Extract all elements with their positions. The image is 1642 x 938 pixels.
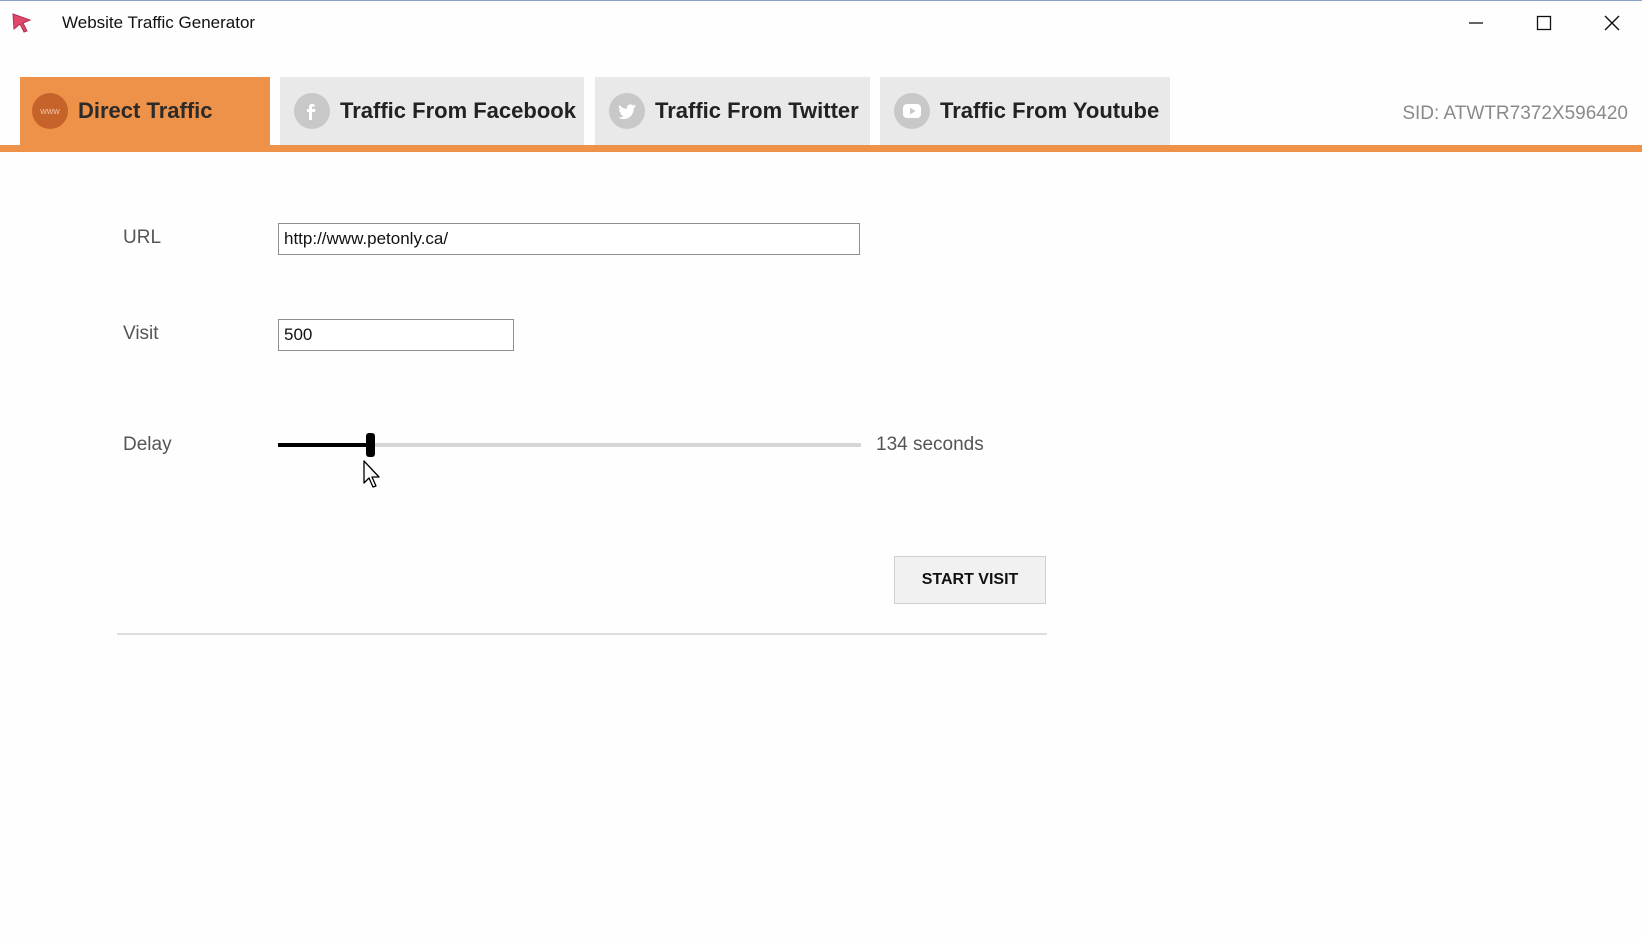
url-input[interactable] xyxy=(278,223,860,255)
tab-label: Direct Traffic xyxy=(78,98,213,123)
tab-label: Traffic From Youtube xyxy=(940,98,1160,123)
slider-thumb[interactable] xyxy=(366,433,375,457)
tab-underline xyxy=(0,145,1642,152)
delay-label: Delay xyxy=(123,434,172,455)
twitter-icon xyxy=(609,93,645,129)
tab-label: Traffic From Twitter xyxy=(655,98,859,123)
slider-fill xyxy=(278,443,370,447)
delay-slider[interactable] xyxy=(278,429,861,459)
divider xyxy=(117,633,1047,635)
window-title: Website Traffic Generator xyxy=(62,13,256,32)
app-logo-icon xyxy=(12,13,32,33)
tab-traffic-from-facebook[interactable]: Traffic From Facebook xyxy=(280,77,584,145)
title-bar: Website Traffic Generator xyxy=(0,1,1642,45)
www-globe-icon: www xyxy=(32,93,68,129)
visit-label: Visit xyxy=(123,323,159,344)
url-label: URL xyxy=(123,227,162,248)
delay-value-text: 134 seconds xyxy=(876,434,984,455)
tab-bar: www Direct Traffic Traffic From Facebook… xyxy=(0,77,1642,147)
youtube-icon xyxy=(894,93,930,129)
mouse-cursor-icon xyxy=(363,460,380,488)
tab-label: Traffic From Facebook xyxy=(340,98,576,123)
minimize-button[interactable] xyxy=(1444,1,1508,45)
facebook-icon xyxy=(294,93,330,129)
visit-input[interactable] xyxy=(278,319,514,351)
tab-traffic-from-twitter[interactable]: Traffic From Twitter xyxy=(595,77,870,145)
minimize-icon xyxy=(1469,22,1483,24)
close-icon xyxy=(1604,15,1620,31)
svg-text:www: www xyxy=(39,106,60,116)
maximize-icon xyxy=(1536,15,1552,31)
tab-direct-traffic[interactable]: www Direct Traffic xyxy=(20,77,270,145)
start-visit-button[interactable]: START VISIT xyxy=(894,556,1046,604)
session-id-label: SID: ATWTR7372X596420 xyxy=(1402,103,1628,124)
app-window: Website Traffic Generator www Direct Tra… xyxy=(0,0,1642,938)
tab-traffic-from-youtube[interactable]: Traffic From Youtube xyxy=(880,77,1170,145)
close-button[interactable] xyxy=(1580,1,1642,45)
maximize-button[interactable] xyxy=(1512,1,1576,45)
